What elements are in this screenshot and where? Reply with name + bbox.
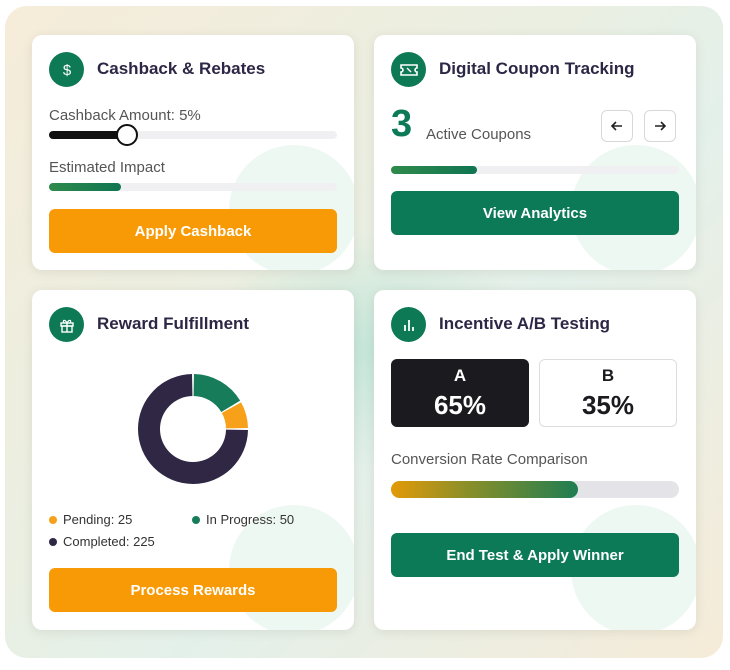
slider-thumb[interactable] [115,124,138,146]
donut-slice-in-progress [193,374,241,413]
cashback-slider[interactable] [49,124,337,146]
coupon-title: Digital Coupon Tracking [439,59,635,78]
reward-card: Reward Fulfillment Pending: 25 In Progre… [32,290,354,630]
impact-bar-fill [49,183,121,191]
legend-dot [192,515,200,524]
variant-a-name: A [453,365,467,385]
conversion-comparison-fill [391,481,579,498]
variant-a-card[interactable]: A 65% [391,359,529,427]
bar-chart-icon [391,307,426,342]
ab-testing-card: Incentive A/B Testing A 65% B 35% Conver… [374,290,696,630]
cashback-amount-label: Cashback Amount: 5% [49,107,201,124]
reward-title: Reward Fulfillment [97,314,250,333]
variant-b-card[interactable]: B 35% [539,359,677,427]
variant-b-name: B [601,365,615,385]
cashback-title: Cashback & Rebates [97,59,266,78]
end-test-button[interactable]: End Test & Apply Winner [391,533,679,577]
variant-a-value: 65% [433,389,487,420]
cashback-card: $ Cashback & Rebates Cashback Amount: 5%… [32,35,354,270]
conversion-comparison-bar [391,481,679,498]
coupon-progress-fill [391,166,478,174]
legend-in-progress: In Progress: 50 [192,512,294,527]
apply-cashback-button[interactable]: Apply Cashback [49,209,337,253]
active-coupons-label: Active Coupons [426,126,532,143]
estimated-impact-label: Estimated Impact [49,159,165,176]
legend-dot [49,515,57,524]
variant-b-value: 35% [581,389,635,420]
legend-dot [49,537,57,546]
arrow-right-icon [655,121,667,131]
active-coupon-count: 3 [391,103,413,145]
legend-pending-label: Pending: 25 [63,512,133,527]
process-rewards-button[interactable]: Process Rewards [49,568,337,612]
arrow-left-icon [610,121,622,131]
legend-pending: Pending: 25 [49,512,132,527]
coupon-card: Digital Coupon Tracking 3 Active Coupons… [374,35,696,270]
ticket-icon [391,52,426,87]
view-analytics-button[interactable]: View Analytics [391,191,679,235]
conversion-rate-label: Conversion Rate Comparison [391,451,588,468]
next-button[interactable] [644,110,676,142]
previous-button[interactable] [601,110,633,142]
legend-in-progress-label: In Progress: 50 [206,512,295,527]
svg-text:$: $ [62,62,71,78]
gift-icon [49,307,84,342]
legend-completed: Completed: 225 [49,534,155,549]
dollar-icon: $ [49,52,84,87]
legend-completed-label: Completed: 225 [63,534,155,549]
impact-bar [49,183,337,191]
ab-testing-title: Incentive A/B Testing [439,314,610,333]
reward-donut-chart [138,374,248,484]
coupon-progress-bar [391,166,679,174]
